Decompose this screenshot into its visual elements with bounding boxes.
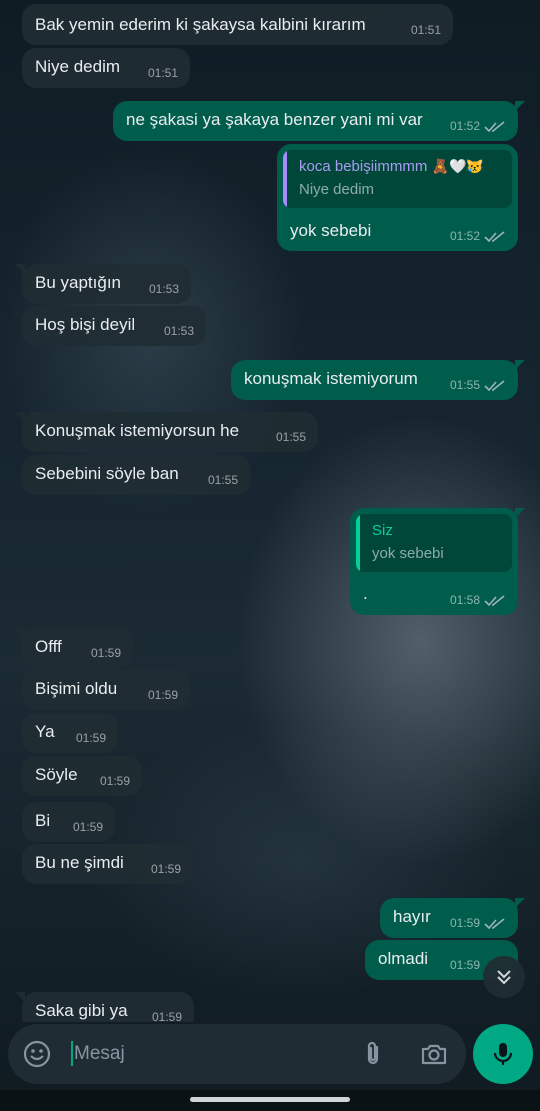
bubble-tail bbox=[515, 101, 525, 111]
message-time: 01:59 bbox=[99, 774, 130, 788]
message-time: 01:55 bbox=[449, 378, 480, 392]
bubble-tail bbox=[15, 992, 25, 1002]
bubble-tail bbox=[15, 628, 25, 638]
message-text: ne şakasi ya şakaya benzer yani mi var bbox=[126, 110, 423, 129]
bubble-tail bbox=[515, 898, 525, 908]
message-time: 01:55 bbox=[207, 473, 238, 487]
message-text: Offf bbox=[35, 637, 62, 656]
message-incoming[interactable]: Hoş bişi deyil 01:53 bbox=[22, 306, 206, 346]
message-text: hayır bbox=[393, 907, 431, 926]
message-input[interactable]: Mesaj bbox=[74, 1043, 125, 1065]
message-text: Saka gibi ya bbox=[35, 1001, 128, 1020]
message-time: 01:59 bbox=[75, 731, 106, 745]
message-text: Bak yemin ederim ki şakaysa kalbini kıra… bbox=[35, 15, 366, 34]
message-text: konuşmak istemiyorum bbox=[244, 369, 418, 388]
bubble-tail bbox=[515, 360, 525, 370]
double-check-icon bbox=[484, 918, 505, 930]
quote-author: koca bebişiimmmm 🧸🤍😿 bbox=[299, 158, 484, 175]
quoted-message[interactable]: koca bebişiimmmm 🧸🤍😿 Niye dedim bbox=[283, 150, 512, 208]
quoted-message[interactable]: Siz yok sebebi bbox=[356, 514, 512, 572]
message-time: 01:59 bbox=[449, 958, 480, 972]
message-time: 01:59 bbox=[150, 862, 181, 876]
message-time: 01:52 bbox=[449, 119, 480, 133]
message-text: Sebebini söyle ban bbox=[35, 464, 179, 483]
message-time: 01:59 bbox=[72, 820, 103, 834]
message-time: 01:53 bbox=[163, 324, 194, 338]
quote-text: yok sebebi bbox=[372, 545, 444, 562]
quote-text: Niye dedim bbox=[299, 181, 375, 198]
double-check-icon bbox=[484, 380, 505, 392]
message-composer[interactable]: Mesaj bbox=[8, 1024, 466, 1084]
scroll-down-button[interactable] bbox=[483, 956, 525, 998]
home-indicator[interactable] bbox=[190, 1097, 350, 1102]
bubble-tail bbox=[515, 508, 525, 518]
double-check-icon bbox=[484, 595, 505, 607]
message-time: 01:51 bbox=[410, 23, 441, 37]
message-text: Hoş bişi deyil bbox=[35, 315, 136, 334]
message-incoming[interactable]: Ya 01:59 bbox=[22, 713, 118, 753]
double-check-icon bbox=[484, 121, 505, 133]
message-text: Bu yaptığın bbox=[35, 273, 122, 292]
message-text: Bi bbox=[35, 811, 51, 830]
message-time: 01:51 bbox=[147, 66, 178, 80]
message-text: Ya bbox=[35, 722, 55, 741]
quote-bar bbox=[283, 150, 287, 208]
message-text: Bişimi oldu bbox=[35, 679, 118, 698]
message-incoming[interactable]: Bişimi oldu 01:59 bbox=[22, 670, 190, 710]
message-outgoing-reply[interactable]: koca bebişiimmmm 🧸🤍😿 Niye dedim yok sebe… bbox=[277, 144, 518, 251]
message-time: 01:59 bbox=[147, 688, 178, 702]
message-list[interactable]: Bak yemin ederim ki şakaysa kalbini kıra… bbox=[0, 0, 540, 1022]
message-text: Söyle bbox=[35, 765, 78, 784]
message-outgoing[interactable]: konuşmak istemiyorum 01:55 bbox=[231, 360, 525, 400]
message-time: 01:59 bbox=[151, 1010, 182, 1022]
double-chevron-down-icon bbox=[497, 970, 511, 985]
message-incoming[interactable]: Bak yemin ederim ki şakaysa kalbini kıra… bbox=[22, 4, 453, 45]
message-time: 01:59 bbox=[90, 646, 121, 660]
message-incoming[interactable]: Sebebini söyle ban 01:55 bbox=[22, 455, 250, 495]
message-text: olmadi bbox=[378, 949, 429, 968]
message-time: 01:58 bbox=[449, 593, 480, 607]
quote-bar bbox=[356, 514, 360, 572]
bubble-tail bbox=[15, 264, 25, 274]
message-time: 01:59 bbox=[449, 916, 480, 930]
message-outgoing[interactable]: ne şakasi ya şakaya benzer yani mi var 0… bbox=[113, 101, 525, 141]
message-text: Niye dedim bbox=[35, 57, 121, 76]
voice-record-button[interactable] bbox=[473, 1024, 533, 1084]
message-outgoing[interactable]: hayır 01:59 bbox=[380, 898, 525, 938]
message-incoming[interactable]: Offf 01:59 bbox=[15, 628, 133, 668]
message-incoming[interactable]: Bu yaptığın 01:53 bbox=[15, 264, 191, 304]
text-cursor bbox=[71, 1041, 73, 1066]
message-time: 01:53 bbox=[148, 282, 179, 296]
message-incoming[interactable]: Söyle 01:59 bbox=[22, 756, 142, 796]
message-outgoing-reply[interactable]: Siz yok sebebi . 01:58 bbox=[350, 508, 525, 615]
message-text: yok sebebi bbox=[290, 221, 372, 240]
quote-author: Siz bbox=[372, 522, 393, 539]
paperclip-icon[interactable] bbox=[358, 1039, 388, 1069]
camera-icon[interactable] bbox=[419, 1039, 449, 1069]
message-time: 01:52 bbox=[449, 229, 480, 243]
message-incoming[interactable]: Bi 01:59 bbox=[22, 802, 115, 842]
message-text: Bu ne şimdi bbox=[35, 853, 124, 872]
message-incoming[interactable]: Bu ne şimdi 01:59 bbox=[22, 844, 193, 884]
message-time: 01:55 bbox=[275, 430, 306, 444]
message-incoming[interactable]: Niye dedim 01:51 bbox=[22, 48, 190, 88]
message-text: Konuşmak istemiyorsun he bbox=[35, 421, 240, 440]
message-incoming[interactable]: Saka gibi ya 01:59 bbox=[15, 992, 194, 1022]
emoji-icon[interactable] bbox=[22, 1039, 52, 1069]
double-check-icon bbox=[484, 231, 505, 243]
microphone-icon bbox=[493, 1043, 513, 1065]
message-incoming[interactable]: Konuşmak istemiyorsun he 01:55 bbox=[15, 412, 318, 452]
bubble-tail bbox=[15, 412, 25, 422]
message-text: . bbox=[363, 584, 368, 603]
